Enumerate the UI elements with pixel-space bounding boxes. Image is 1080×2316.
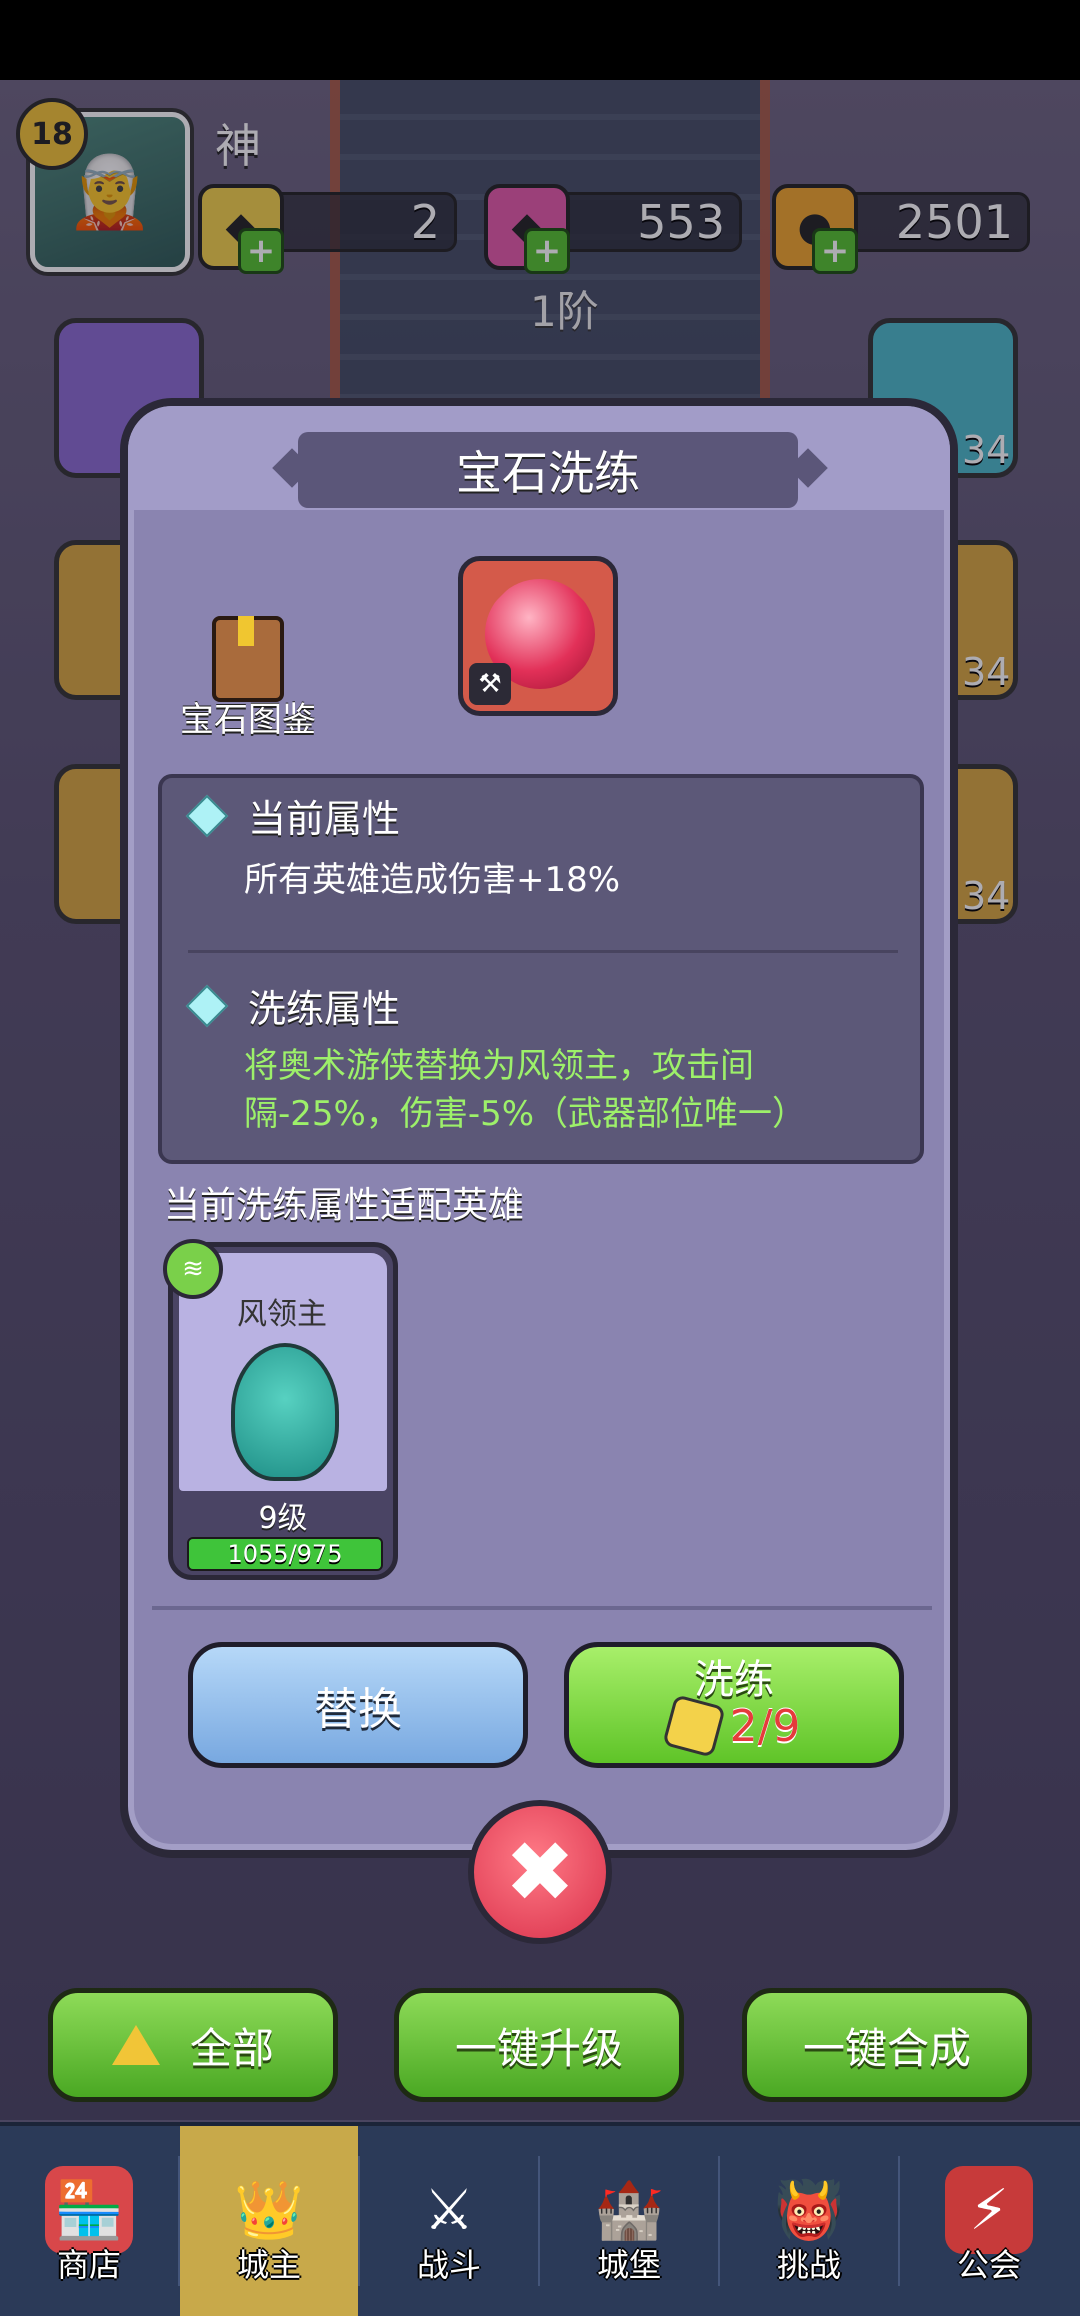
book-icon <box>212 616 284 702</box>
one-click-upgrade-button[interactable]: 一键升级 <box>394 1988 684 2102</box>
bottom-nav: 🏪 商店 👑 城主 ⚔ 战斗 🏰 城堡 👹 挑战 ⚡ 公会 <box>0 2122 1080 2316</box>
attribute-panel: 当前属性 所有英雄造成伤害+18% 洗练属性 将奥术游侠替换为风领主，攻击间隔-… <box>158 774 924 1164</box>
current-attribute-heading: 当前属性 <box>185 788 401 843</box>
yellow-gem-icon <box>661 1694 726 1758</box>
filter-all-button[interactable]: 全部 <box>48 1988 338 2102</box>
one-click-merge-button[interactable]: 一键合成 <box>742 1988 1032 2102</box>
weapon-type-icon: ⚒ <box>469 663 511 705</box>
close-icon: ✖ <box>504 1823 576 1921</box>
current-attribute-text: 所有英雄造成伤害+18% <box>244 860 621 900</box>
merge-label: 一键合成 <box>802 2023 971 2073</box>
refine-cost: 2/9 <box>661 1694 801 1758</box>
nav-castle[interactable]: 🏰 城堡 <box>540 2126 718 2316</box>
fit-hero-label: 当前洗练属性适配英雄 <box>164 1185 525 1226</box>
nav-challenge[interactable]: 👹 挑战 <box>720 2126 898 2316</box>
hero-exp-text: 1055/975 <box>227 1540 343 1568</box>
nav-label: 城堡 <box>596 2246 661 2284</box>
replace-button[interactable]: 替换 <box>188 1642 528 1768</box>
diamond-icon <box>185 794 229 837</box>
dialog-divider <box>152 1606 932 1610</box>
nav-label: 挑战 <box>776 2246 841 2284</box>
gem-codex-button[interactable]: 宝石图鉴 <box>168 616 328 741</box>
attribute-divider <box>188 950 898 953</box>
nav-shop[interactable]: 🏪 商店 <box>0 2126 178 2316</box>
filter-all-label: 全部 <box>189 2023 274 2073</box>
hero-level: 9级 <box>258 1501 308 1536</box>
wind-lord-portrait-icon <box>231 1343 339 1481</box>
wind-element-icon: ≋ <box>163 1239 223 1299</box>
gem-refine-dialog: 宝石洗练 宝石图鉴 ⚒ 当前属性 所有英雄造成伤害+18% 洗练属性 将奥术游侠… <box>120 398 958 1858</box>
replace-label: 替换 <box>314 1684 402 1735</box>
current-attribute-title: 当前属性 <box>248 797 401 841</box>
nav-label: 战斗 <box>416 2246 481 2284</box>
upgrade-label: 一键升级 <box>454 2023 623 2073</box>
refine-attribute-title: 洗练属性 <box>248 987 401 1031</box>
triangle-icon <box>111 2025 160 2065</box>
nav-lord[interactable]: 👑 城主 <box>180 2126 358 2316</box>
diamond-icon <box>185 984 229 1027</box>
nav-battle[interactable]: ⚔ 战斗 <box>360 2126 538 2316</box>
nav-guild[interactable]: ⚡ 公会 <box>900 2126 1078 2316</box>
refine-attribute-heading: 洗练属性 <box>185 978 401 1033</box>
dialog-title: 宝石洗练 <box>298 432 798 508</box>
status-bar <box>0 0 1080 80</box>
hero-exp-bar: 1055/975 <box>187 1537 383 1571</box>
selected-gem-slot[interactable]: ⚒ <box>458 556 618 716</box>
refine-cost-text: 2/9 <box>729 1700 801 1752</box>
nav-label: 商店 <box>56 2246 121 2284</box>
refine-attribute-text: 将奥术游侠替换为风领主，攻击间隔-25%，伤害-5%（武器部位唯一） <box>244 1046 807 1134</box>
close-button[interactable]: ✖ <box>468 1800 612 1944</box>
nav-label: 城主 <box>236 2246 301 2284</box>
nav-label: 公会 <box>956 2246 1021 2284</box>
refine-label: 洗练 <box>694 1657 774 1703</box>
refine-button[interactable]: 洗练 2/9 <box>564 1642 904 1768</box>
hero-card[interactable]: 风领主 ≋ 9级 1055/975 <box>163 1239 398 1580</box>
